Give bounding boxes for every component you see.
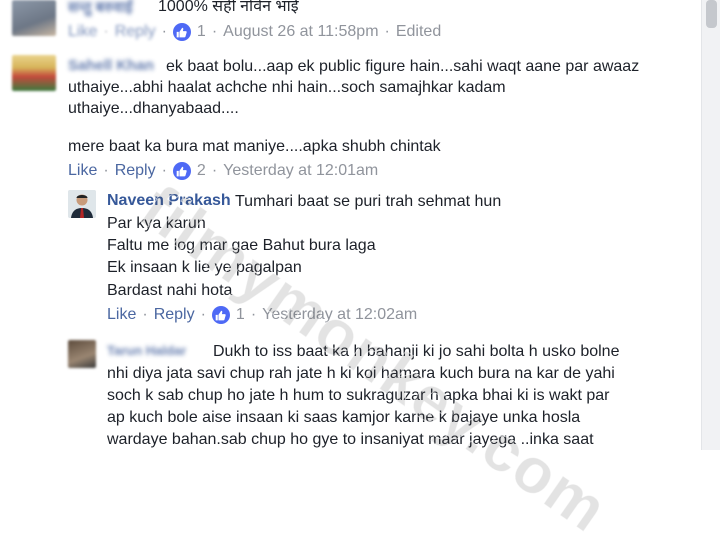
comment-text-line: Ek insaan k lie ye pagalpan — [107, 259, 302, 276]
comment-text-line: soch k sab chup ho jate h hum to sukragu… — [107, 387, 610, 404]
separator-dot: · — [142, 306, 148, 323]
timestamp[interactable]: Yesterday at 12:01am — [223, 162, 378, 180]
commenter-name[interactable]: सन्तु बरुवाई — [68, 0, 133, 17]
reply-link[interactable]: Reply — [115, 23, 156, 41]
comment-text-line: Tumhari baat se puri trah sehmat hun — [235, 193, 502, 210]
commenter-name[interactable]: Naveen Prakash — [107, 192, 231, 210]
like-count[interactable]: 1 — [236, 306, 245, 324]
avatar[interactable] — [12, 0, 56, 36]
separator-dot: · — [161, 162, 167, 179]
avatar[interactable] — [68, 340, 96, 368]
comment-text-line: Faltu me log mar gae Bahut bura laga — [107, 237, 376, 254]
thumbs-up-icon[interactable] — [211, 306, 230, 324]
thumbs-up-icon[interactable] — [172, 23, 191, 41]
separator-dot: · — [211, 23, 218, 40]
reply-link[interactable]: Reply — [154, 306, 195, 324]
like-count[interactable]: 2 — [197, 162, 206, 180]
scrollbar[interactable] — [701, 0, 720, 450]
comment-text-line: wardaye bahan.sab chup ho gye to insaniy… — [107, 431, 594, 448]
like-link[interactable]: Like — [68, 23, 97, 41]
scrollbar-thumb[interactable] — [706, 0, 717, 28]
comment-text: 1000% सही नोवेन भाई — [158, 0, 299, 15]
commenter-name[interactable]: Sahell Khan — [68, 57, 154, 74]
comment-meta: Like · Reply · 2 · Yesterday at 12:01am — [68, 162, 378, 180]
separator-dot: · — [161, 23, 167, 40]
comment-text-line: Par kya karun — [107, 215, 206, 232]
avatar[interactable] — [68, 190, 96, 218]
commenter-name[interactable]: Tarun Haldar — [107, 343, 186, 358]
separator-dot: · — [200, 306, 206, 323]
reply-link[interactable]: Reply — [115, 162, 156, 180]
comment-text-line: Dukh to iss baat ka h bahanji ki jo sahi… — [213, 343, 620, 360]
comment-text-line: nhi diya jata savi chup rah jate h ki ko… — [107, 365, 615, 382]
comment-meta: Like · Reply · 1 · Yesterday at 12:02am — [107, 306, 417, 324]
comment-text-line: uthaiye...dhanyabaad.... — [68, 100, 239, 117]
like-count[interactable]: 1 — [197, 23, 206, 41]
comment-text-line: Bardast nahi hota — [107, 282, 233, 299]
separator-dot: · — [384, 23, 390, 40]
edited-label[interactable]: Edited — [396, 23, 441, 41]
separator-dot: · — [103, 23, 109, 40]
avatar[interactable] — [12, 55, 56, 91]
separator-dot: · — [103, 162, 109, 179]
timestamp[interactable]: Yesterday at 12:02am — [262, 306, 417, 324]
comment-text-line: ek baat bolu...aap ek public figure hain… — [166, 58, 640, 75]
comment-meta: Like · Reply · 1 · August 26 at 11:58pm … — [68, 23, 441, 41]
thumbs-up-icon[interactable] — [172, 162, 191, 180]
comment-text-line: ap kuch bole aise insaan ki saas kamjor … — [107, 409, 581, 426]
like-link[interactable]: Like — [68, 162, 97, 180]
comment-text-line: uthaiye...abhi haalat achche nhi hain...… — [68, 79, 506, 96]
comment-text-line: mere baat ka bura mat maniye....apka shu… — [68, 138, 441, 155]
separator-dot: · — [211, 162, 218, 179]
separator-dot: · — [250, 306, 257, 323]
timestamp[interactable]: August 26 at 11:58pm — [223, 23, 378, 41]
like-link[interactable]: Like — [107, 306, 136, 324]
